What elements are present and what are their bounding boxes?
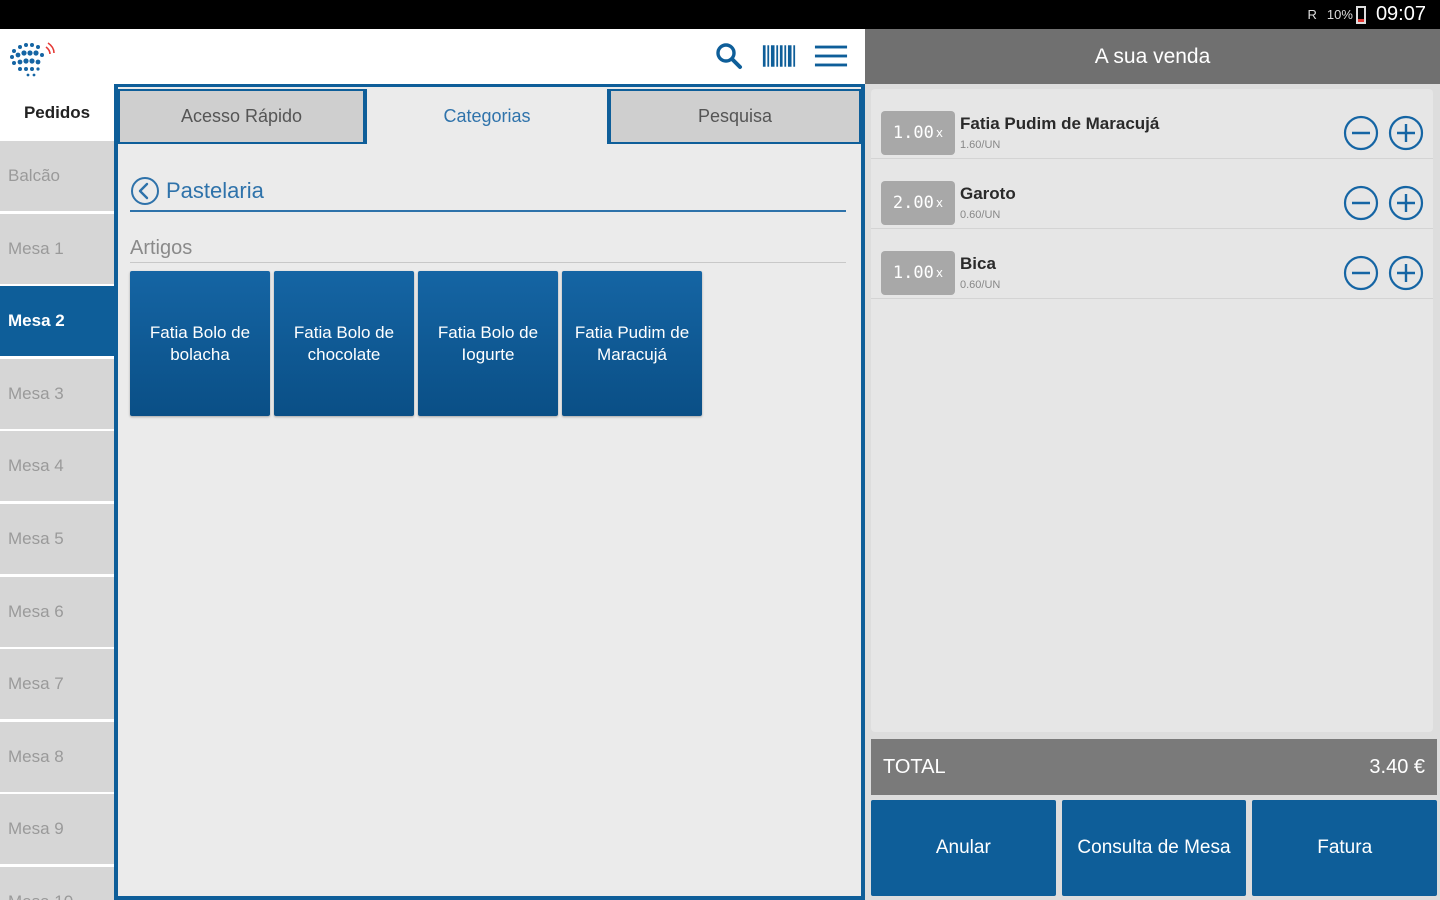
product-name: Fatia Pudim de Maracujá (960, 114, 1160, 133)
minus-circle-icon[interactable] (1343, 115, 1379, 151)
product-name: Garoto (960, 184, 1016, 203)
category-breadcrumb[interactable]: Pastelaria (130, 172, 846, 212)
quantity-badge[interactable]: 2.00 x (881, 181, 955, 225)
tab-pesquisa[interactable]: Pesquisa (609, 89, 861, 144)
sidebar-item-mesa-5[interactable]: Mesa 5 (0, 503, 114, 574)
quantity-badge[interactable]: 1.00 x (881, 111, 955, 155)
catalog-tabs: Acesso Rápido Categorias Pesquisa (118, 87, 861, 144)
back-arrow-icon[interactable] (130, 176, 160, 206)
quantity-value: 2.00 (892, 193, 934, 213)
total-bar: TOTAL 3.40 € (871, 739, 1437, 795)
quantity-suffix: x (935, 126, 944, 140)
tab-acesso-rapido[interactable]: Acesso Rápido (118, 89, 365, 144)
quantity-badge[interactable]: 1.00 x (881, 251, 955, 295)
unit-price: 0.60/UN (960, 209, 1001, 221)
sidebar-item-mesa-6[interactable]: Mesa 6 (0, 576, 114, 647)
minus-circle-icon[interactable] (1343, 185, 1379, 221)
sidebar-item-mesa-4[interactable]: Mesa 4 (0, 431, 114, 502)
article-tile[interactable]: Fatia Pudim de Maracujá (562, 271, 702, 416)
quantity-suffix: x (935, 196, 944, 210)
sidebar-item-balcao[interactable]: Balcão (0, 141, 114, 211)
invoice-button[interactable]: Fatura (1252, 800, 1438, 896)
battery-indicator: 10% (1326, 5, 1366, 24)
catalog-panel: Acesso Rápido Categorias Pesquisa Pastel… (114, 84, 865, 900)
total-label: TOTAL (883, 755, 946, 778)
quantity-value: 1.00 (892, 263, 934, 283)
article-grid: Fatia Bolo de bolacha Fatia Bolo de choc… (130, 271, 702, 416)
plus-circle-icon[interactable] (1388, 115, 1424, 151)
sidebar-item-mesa-8[interactable]: Mesa 8 (0, 721, 114, 792)
search-icon[interactable] (712, 41, 746, 71)
sidebar-item-mesa-3[interactable]: Mesa 3 (0, 358, 114, 429)
barcode-icon[interactable] (762, 41, 796, 71)
total-value: 3.40 € (1369, 755, 1425, 778)
sidebar-item-mesa-2[interactable]: Mesa 2 (0, 286, 114, 357)
sale-line: 1.00 x Fatia Pudim de Maracujá 1.60/UN (871, 89, 1433, 159)
sale-line: 1.00 x Bica 0.60/UN (871, 229, 1433, 299)
sale-panel: A sua venda 1.00 x Fatia Pudim de Maracuj… (865, 29, 1440, 900)
tab-categorias[interactable]: Categorias (365, 89, 609, 144)
battery-icon (1355, 5, 1366, 24)
unit-price: 1.60/UN (960, 139, 1001, 151)
sale-lines: 1.00 x Fatia Pudim de Maracujá 1.60/UN 2.… (871, 89, 1433, 732)
sale-title: A sua venda (865, 29, 1440, 84)
cancel-button[interactable]: Anular (871, 800, 1056, 896)
menu-icon[interactable] (814, 41, 848, 71)
sale-line: 2.00 x Garoto 0.60/UN (871, 159, 1433, 229)
product-name: Bica (960, 254, 996, 273)
sidebar-item-mesa-9[interactable]: Mesa 9 (0, 794, 114, 865)
articles-heading: Artigos (130, 237, 846, 263)
article-tile[interactable]: Fatia Bolo de chocolate (274, 271, 414, 416)
app-bar (0, 29, 865, 84)
quantity-value: 1.00 (892, 123, 934, 143)
table-query-button[interactable]: Consulta de Mesa (1061, 800, 1247, 896)
signal-icon: R (1307, 7, 1317, 22)
app-logo-icon (10, 42, 55, 77)
sale-actions: Anular Consulta de Mesa Fatura (871, 800, 1438, 896)
orders-sidebar: Pedidos Balcão Mesa 1 Mesa 2 Mesa 3 Mesa… (0, 84, 114, 900)
status-bar: R 10% 09:07 (0, 0, 1440, 29)
clock: 09:07 (1375, 3, 1426, 25)
battery-percent: 10% (1326, 7, 1353, 22)
sidebar-item-mesa-1[interactable]: Mesa 1 (0, 213, 114, 284)
sidebar-header: Pedidos (0, 84, 114, 141)
sidebar-item-mesa-10[interactable]: Mesa 10 (0, 866, 114, 900)
unit-price: 0.60/UN (960, 279, 1001, 291)
minus-circle-icon[interactable] (1343, 255, 1379, 291)
sidebar-item-mesa-7[interactable]: Mesa 7 (0, 649, 114, 720)
article-tile[interactable]: Fatia Bolo de Iogurte (418, 271, 558, 416)
plus-circle-icon[interactable] (1388, 255, 1424, 291)
plus-circle-icon[interactable] (1388, 185, 1424, 221)
category-name: Pastelaria (166, 178, 264, 203)
article-tile[interactable]: Fatia Bolo de bolacha (130, 271, 270, 416)
quantity-suffix: x (935, 266, 944, 280)
catalog-content: Acesso Rápido Categorias Pesquisa Pastel… (118, 87, 861, 896)
